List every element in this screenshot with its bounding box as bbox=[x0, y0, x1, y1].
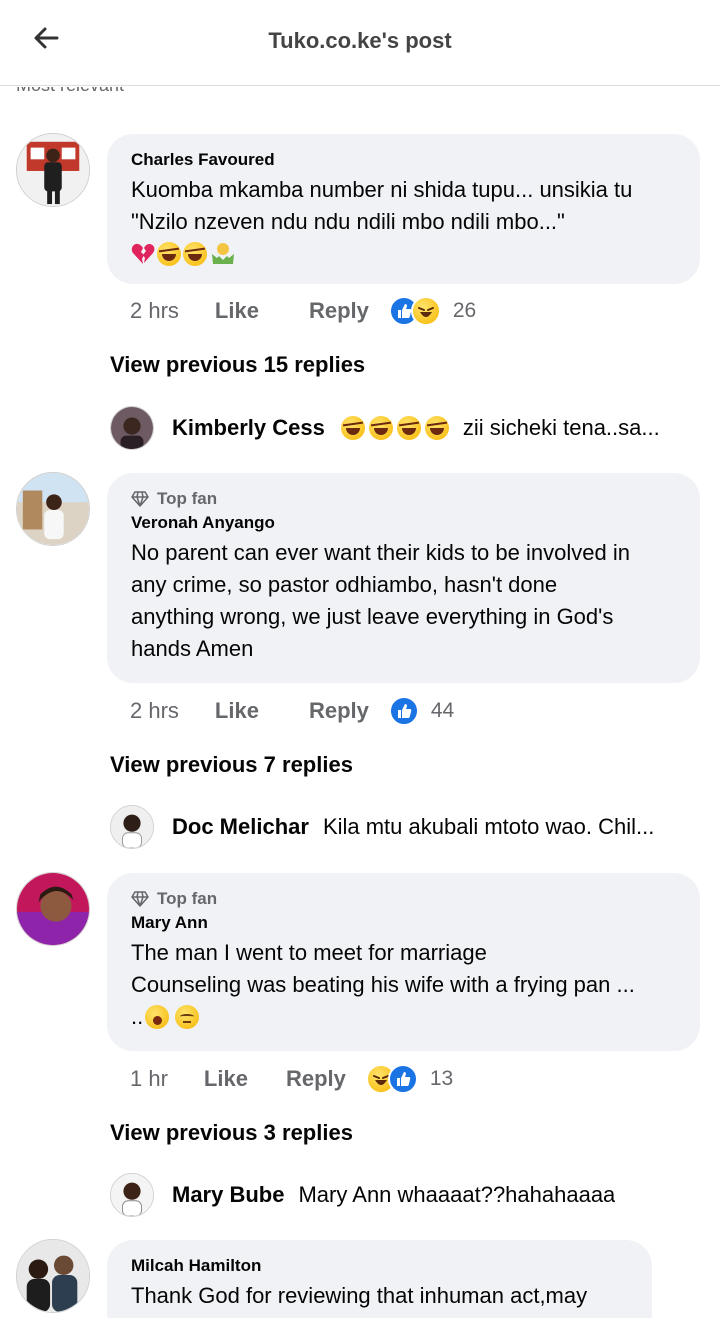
broken-heart-emoji bbox=[131, 243, 155, 265]
comment-text: anything wrong, we just leave everything… bbox=[131, 604, 614, 629]
comment-time[interactable]: 1 hr bbox=[130, 1066, 168, 1092]
comment-text: any crime, so pastor odhiambo, hasn't do… bbox=[131, 572, 558, 597]
comment-bubble[interactable]: Milcah Hamilton Thank God for reviewing … bbox=[107, 1240, 652, 1318]
like-button[interactable]: Like bbox=[204, 1066, 248, 1092]
comment-time[interactable]: 2 hrs bbox=[130, 698, 179, 724]
comment-text: Counseling was beating his wife with a f… bbox=[131, 972, 635, 997]
comment-author[interactable]: Milcah Hamilton bbox=[131, 1256, 630, 1276]
like-reaction-icon bbox=[387, 1064, 418, 1094]
haha-reaction-icon bbox=[410, 296, 441, 326]
comment-actions: 1 hr Like Reply 13 bbox=[130, 1064, 453, 1094]
rofl-emoji bbox=[157, 242, 181, 266]
comment-actions: 2 hrs Like Reply 26 bbox=[130, 296, 476, 326]
avatar[interactable] bbox=[16, 1239, 90, 1313]
comment-text: "Nzilo nzeven ndu ndu ndili mbo ndili mb… bbox=[131, 209, 565, 234]
reactions[interactable] bbox=[365, 1064, 418, 1094]
top-fan-badge[interactable]: Top fan bbox=[131, 489, 678, 509]
reactions[interactable] bbox=[388, 296, 441, 326]
yawning-emoji bbox=[145, 1005, 170, 1029]
comment-text: Thank God for reviewing that inhuman act… bbox=[131, 1283, 588, 1308]
avatar[interactable] bbox=[16, 872, 90, 946]
avatar[interactable] bbox=[110, 1173, 154, 1217]
reply-text: zii sicheki tena..sa... bbox=[462, 415, 660, 440]
top-fan-badge[interactable]: Top fan bbox=[131, 889, 678, 909]
comment-emojis: .. bbox=[131, 1001, 678, 1033]
view-previous-replies[interactable]: View previous 15 replies bbox=[110, 352, 365, 378]
reply-emojis bbox=[340, 416, 449, 440]
rofl-emoji bbox=[424, 416, 449, 440]
comment-text: Kuomba mkamba number ni shida tupu... un… bbox=[131, 177, 633, 202]
comment-actions: 2 hrs Like Reply 44 bbox=[130, 696, 454, 726]
view-previous-replies[interactable]: View previous 7 replies bbox=[110, 752, 353, 778]
comment-bubble[interactable]: Charles Favoured Kuomba mkamba number ni… bbox=[107, 134, 700, 284]
like-button[interactable]: Like bbox=[215, 298, 259, 324]
avatar[interactable] bbox=[110, 406, 154, 450]
reaction-count[interactable]: 26 bbox=[453, 299, 476, 323]
reply-preview[interactable]: Doc Melichar Kila mtu akubali mtoto wao.… bbox=[110, 805, 700, 849]
reply-button[interactable]: Reply bbox=[286, 1066, 346, 1092]
reply-button[interactable]: Reply bbox=[309, 698, 369, 724]
sort-label-clipped[interactable]: Most relevant bbox=[0, 87, 720, 97]
avatar[interactable] bbox=[16, 133, 90, 207]
like-button[interactable]: Like bbox=[215, 698, 259, 724]
rofl-emoji bbox=[340, 416, 365, 440]
diamond-icon bbox=[131, 891, 149, 907]
rofl-emoji bbox=[368, 416, 393, 440]
reply-author[interactable]: Doc Melichar bbox=[172, 814, 309, 840]
view-previous-replies[interactable]: View previous 3 replies bbox=[110, 1120, 353, 1146]
comment-author[interactable]: Mary Ann bbox=[131, 913, 678, 933]
top-bar: Tuko.co.ke's post bbox=[0, 0, 720, 86]
reply-preview[interactable]: Kimberly Cess zii sicheki tena..sa... bbox=[110, 406, 700, 450]
avatar[interactable] bbox=[16, 472, 90, 546]
page-title: Tuko.co.ke's post bbox=[268, 28, 452, 53]
reply-button[interactable]: Reply bbox=[309, 298, 369, 324]
relieved-emoji bbox=[175, 1005, 200, 1029]
comment-text: The man I went to meet for marriage bbox=[131, 940, 487, 965]
rofl-emoji bbox=[183, 242, 207, 266]
comment-author[interactable]: Charles Favoured bbox=[131, 150, 678, 170]
reply-author[interactable]: Mary Bube bbox=[172, 1182, 284, 1208]
reactions[interactable] bbox=[388, 696, 419, 726]
comment-emojis bbox=[131, 238, 678, 270]
avatar[interactable] bbox=[110, 805, 154, 849]
comment-time[interactable]: 2 hrs bbox=[130, 298, 179, 324]
shrug-emoji bbox=[209, 242, 234, 266]
comment-text: No parent can ever want their kids to be… bbox=[131, 540, 630, 565]
reply-text: Mary Ann whaaaat??hahahaaaa bbox=[298, 1182, 616, 1207]
rofl-emoji bbox=[396, 416, 421, 440]
reply-text: Kila mtu akubali mtoto wao. Chil... bbox=[322, 814, 655, 839]
comment-text: hands Amen bbox=[131, 636, 254, 661]
comment-author[interactable]: Veronah Anyango bbox=[131, 513, 678, 533]
reaction-count[interactable]: 44 bbox=[431, 699, 454, 723]
like-reaction-icon bbox=[388, 696, 419, 726]
reply-author[interactable]: Kimberly Cess bbox=[172, 415, 325, 441]
diamond-icon bbox=[131, 491, 149, 507]
comment-bubble[interactable]: Top fan Mary Ann The man I went to meet … bbox=[107, 873, 700, 1051]
comment-bubble[interactable]: Top fan Veronah Anyango No parent can ev… bbox=[107, 473, 700, 683]
reaction-count[interactable]: 13 bbox=[430, 1067, 453, 1091]
reply-preview[interactable]: Mary Bube Mary Ann whaaaat??hahahaaaa bbox=[110, 1173, 700, 1217]
